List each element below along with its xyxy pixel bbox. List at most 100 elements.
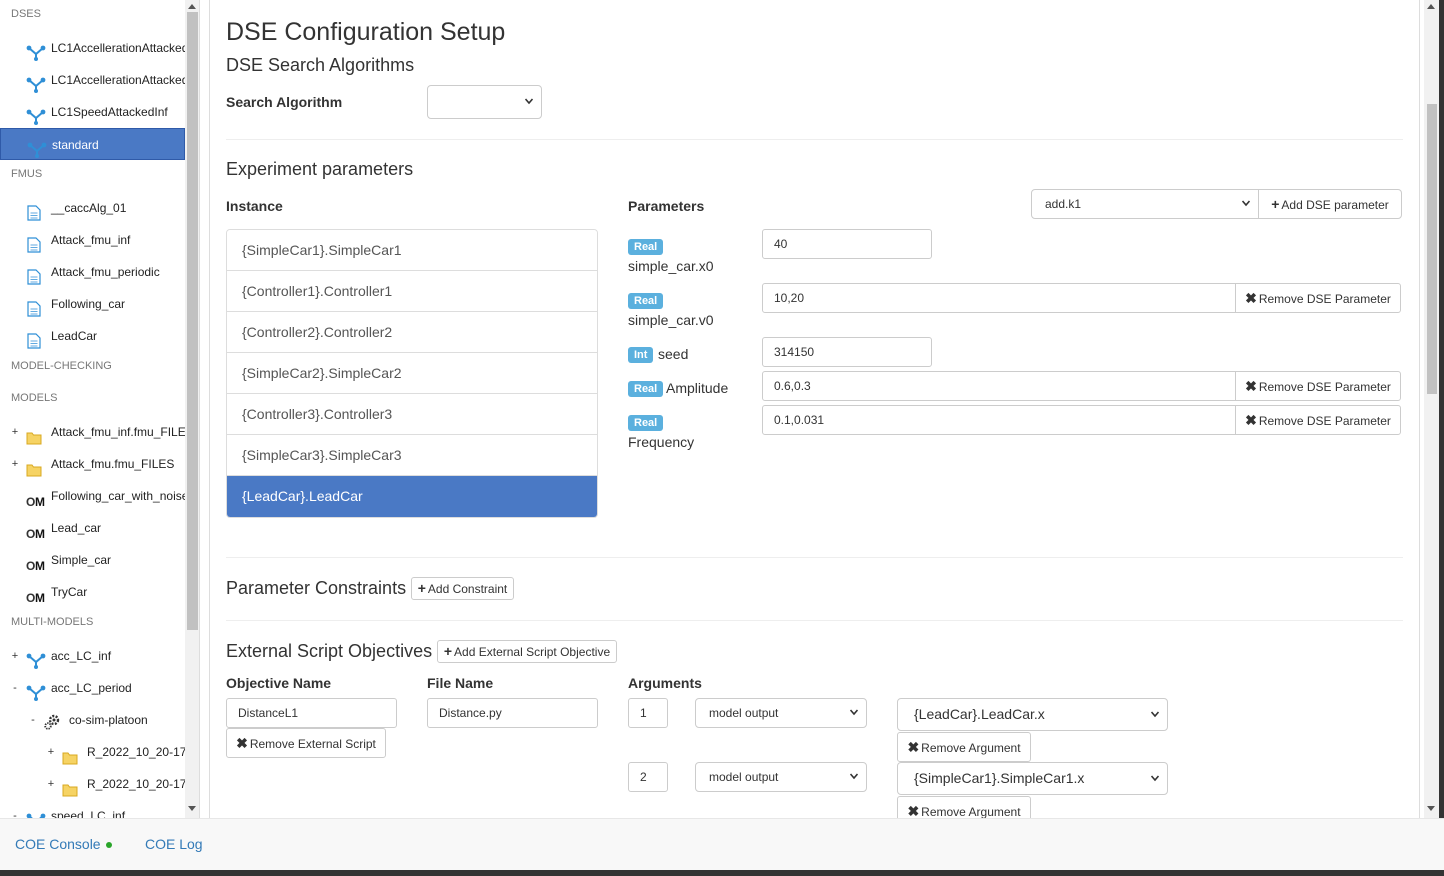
instance-item[interactable]: {Controller2}.Controller2 — [227, 312, 597, 353]
sidebar-item[interactable]: LC1AccellerationAttacked — [0, 64, 185, 96]
argument-target-select[interactable]: {LeadCar}.LeadCar.x — [897, 698, 1168, 731]
instance-item[interactable]: {Controller3}.Controller3 — [227, 394, 597, 435]
sidebar-item[interactable]: LeadCar — [0, 320, 185, 352]
instance-item[interactable]: {SimpleCar2}.SimpleCar2 — [227, 353, 597, 394]
sidebar-item[interactable]: standard — [0, 128, 185, 160]
coe-log-link[interactable]: COE Log — [145, 836, 203, 852]
sidebar-item[interactable]: + R_2022_10_20-17 — [0, 768, 185, 800]
argument-index-input[interactable]: 2 — [628, 762, 668, 792]
objective-name-input[interactable]: DistanceL1 — [226, 698, 397, 728]
sidebar-section-header[interactable]: DSES — [0, 0, 185, 32]
sidebar-scrollbar[interactable] — [185, 0, 199, 818]
objective-name-label: Objective Name — [226, 675, 332, 691]
remove-dse-parameter-button[interactable]: ✖ Remove DSE Parameter — [1235, 405, 1401, 435]
add-constraint-button[interactable]: + Add Constraint — [411, 577, 514, 600]
sidebar-item[interactable]: Following_car — [0, 288, 185, 320]
argument-index-input[interactable]: 1 — [628, 698, 668, 728]
scroll-down-arrow[interactable] — [1427, 806, 1435, 811]
sidebar-section-header[interactable]: MULTI-MODELS — [0, 608, 185, 640]
search-algorithm-select[interactable] — [427, 85, 542, 119]
om-icon: OM — [26, 489, 45, 509]
dse-icon — [26, 73, 46, 93]
collapse-toggle[interactable]: - — [10, 672, 20, 704]
arguments-label: Arguments — [628, 675, 702, 691]
sidebar-item[interactable]: + R_2022_10_20-17 — [0, 736, 185, 768]
sidebar-item-label: Lead_car — [51, 521, 102, 535]
coe-console-link[interactable]: COE Console — [15, 836, 112, 852]
file-icon — [26, 265, 44, 285]
expand-toggle[interactable]: + — [10, 640, 20, 672]
expand-toggle[interactable]: + — [10, 416, 20, 448]
parameters-label: Parameters — [628, 198, 705, 214]
sidebar-item[interactable]: - speed_LC_inf — [0, 800, 185, 818]
parameter-select[interactable]: add.k1 — [1031, 189, 1259, 219]
remove-dse-parameter-label: Remove DSE Parameter — [1258, 414, 1391, 428]
parameter-value-input[interactable]: 40 — [762, 229, 932, 259]
file-icon — [26, 201, 44, 221]
status-indicator — [105, 842, 112, 849]
argument-target-select[interactable]: {SimpleCar1}.SimpleCar1.x — [897, 762, 1168, 795]
argument-kind-select[interactable]: model output — [695, 762, 867, 792]
remove-external-script-button[interactable]: ✖ Remove External Script — [226, 728, 386, 758]
sidebar-item[interactable]: LC1SpeedAttackedInf — [0, 96, 185, 128]
collapse-toggle[interactable]: - — [28, 704, 38, 736]
sidebar-item[interactable]: Attack_fmu_periodic — [0, 256, 185, 288]
parameter-value-input[interactable]: 314150 — [762, 337, 932, 367]
sidebar-item-label: R_2022_10_20-17 — [87, 777, 185, 791]
remove-dse-parameter-button[interactable]: ✖ Remove DSE Parameter — [1235, 283, 1401, 313]
main-scrollbar[interactable] — [1424, 0, 1439, 818]
window-edge — [0, 870, 1444, 876]
svg-text:M: M — [35, 559, 45, 573]
instance-item[interactable]: {LeadCar}.LeadCar — [227, 476, 597, 517]
sidebar-item[interactable]: __caccAlg_01 — [0, 192, 185, 224]
parameter-value-input[interactable]: 0.6,0.3 — [762, 371, 1236, 401]
svg-text:M: M — [35, 591, 45, 605]
scroll-down-arrow[interactable] — [188, 806, 196, 811]
sidebar-item[interactable]: + Attack_fmu_inf.fmu_FILES — [0, 416, 185, 448]
scroll-up-arrow[interactable] — [188, 4, 196, 9]
sidebar-item[interactable]: - acc_LC_period — [0, 672, 185, 704]
sidebar-section-header[interactable]: FMUS — [0, 160, 185, 192]
sidebar-section-header[interactable]: MODEL-CHECKING — [0, 352, 185, 384]
sidebar-item[interactable]: LC1AccellerationAttacked — [0, 32, 185, 64]
expand-toggle[interactable]: + — [46, 768, 56, 800]
chevron-down-icon — [1151, 710, 1159, 717]
svg-text:O: O — [26, 559, 35, 573]
expand-toggle[interactable]: + — [46, 736, 56, 768]
sidebar-item[interactable]: - co-sim-platoon — [0, 704, 185, 736]
sidebar-item[interactable]: Attack_fmu_inf — [0, 224, 185, 256]
parameter-value-input[interactable]: 0.1,0.031 — [762, 405, 1236, 435]
argument-kind-select[interactable]: model output — [695, 698, 867, 728]
file-name-input[interactable]: Distance.py — [427, 698, 598, 728]
sidebar-item[interactable]: O M Simple_car — [0, 544, 185, 576]
type-badge: Real — [628, 415, 664, 431]
instance-item[interactable]: {Controller1}.Controller1 — [227, 271, 597, 312]
sidebar-item[interactable]: + Attack_fmu.fmu_FILES — [0, 448, 185, 480]
sidebar-item[interactable]: O M Lead_car — [0, 512, 185, 544]
remove-dse-parameter-button[interactable]: ✖ Remove DSE Parameter — [1235, 371, 1401, 401]
dse-icon — [26, 681, 46, 701]
sidebar-scroll-thumb[interactable] — [187, 12, 198, 630]
remove-argument-button[interactable]: ✖ Remove Argument — [897, 732, 1031, 762]
sidebar-item[interactable]: O M TryCar — [0, 576, 185, 608]
scroll-up-arrow[interactable] — [1427, 4, 1435, 9]
sidebar-item[interactable]: O M Following_car_with_noise — [0, 480, 185, 512]
sidebar-item-label: acc_LC_inf — [51, 649, 112, 663]
remove-argument-button[interactable]: ✖ Remove Argument — [897, 796, 1031, 818]
add-external-script-button[interactable]: + Add External Script Objective — [437, 640, 617, 663]
sidebar-section-header[interactable]: MODELS — [0, 384, 185, 416]
argument-target-value: {SimpleCar1}.SimpleCar1.x — [914, 770, 1085, 786]
om-icon: OM — [26, 553, 45, 573]
sidebar-item-label: Attack_fmu_inf.fmu_FILES — [51, 425, 185, 439]
parameter-value-input[interactable]: 10,20 — [762, 283, 1236, 313]
file-icon — [26, 233, 44, 253]
main-scroll-thumb[interactable] — [1427, 104, 1437, 394]
divider — [226, 139, 1403, 140]
collapse-toggle[interactable]: - — [10, 800, 20, 818]
parameter-name: simple_car.v0 — [628, 312, 714, 328]
expand-toggle[interactable]: + — [10, 448, 20, 480]
instance-item[interactable]: {SimpleCar3}.SimpleCar3 — [227, 435, 597, 476]
instance-item[interactable]: {SimpleCar1}.SimpleCar1 — [227, 230, 597, 271]
add-dse-parameter-button[interactable]: + Add DSE parameter — [1258, 189, 1402, 219]
sidebar-item[interactable]: + acc_LC_inf — [0, 640, 185, 672]
